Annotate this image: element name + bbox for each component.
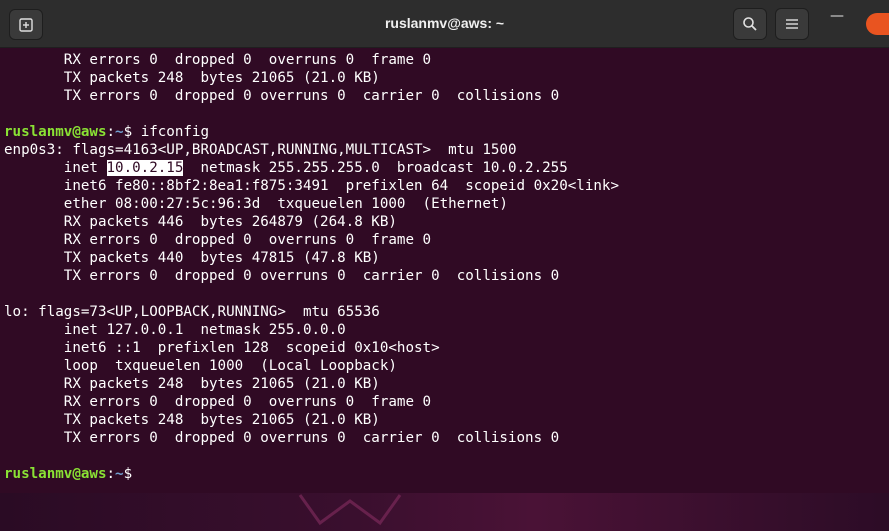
- desktop-wallpaper: [0, 493, 889, 531]
- terminal-line: RX errors 0 dropped 0 overruns 0 frame 0: [4, 52, 432, 68]
- wallpaper-decoration: [298, 494, 402, 526]
- terminal-text: RX errors 0 dropped 0 overruns 0 frame 0…: [4, 51, 619, 483]
- terminal-line: loop txqueuelen 1000 (Local Loopback): [4, 358, 397, 374]
- terminal-line: TX errors 0 dropped 0 overruns 0 carrier…: [4, 430, 560, 446]
- terminal-line: RX packets 446 bytes 264879 (264.8 KB): [4, 214, 397, 230]
- prompt-symbol: $: [123, 466, 141, 482]
- terminal-line: inet 10.0.2.15 netmask 255.255.255.0 bro…: [4, 159, 619, 177]
- terminal-line: ether 08:00:27:5c:96:3d txqueuelen 1000 …: [4, 196, 508, 212]
- terminal-line: TX packets 440 bytes 47815 (47.8 KB): [4, 250, 380, 266]
- selected-ip-address: 10.0.2.15: [106, 160, 184, 176]
- terminal-line: ruslanmv@aws:~$: [4, 465, 619, 483]
- close-button[interactable]: [866, 13, 889, 35]
- terminal-line: lo: flags=73<UP,LOOPBACK,RUNNING> mtu 65…: [4, 304, 380, 320]
- terminal-window: ruslanmv@aws: ~ — RX errors 0 dropped 0 …: [0, 0, 889, 531]
- terminal-line: enp0s3: flags=4163<UP,BROADCAST,RUNNING,…: [4, 142, 517, 158]
- hamburger-menu-icon: [786, 19, 798, 29]
- prompt-path: ~: [115, 466, 124, 482]
- minimize-icon: —: [830, 8, 844, 24]
- terminal-line: ruslanmv@aws:~$ ifconfig: [4, 123, 619, 141]
- terminal-line: TX errors 0 dropped 0 overruns 0 carrier…: [4, 88, 560, 104]
- terminal-line: inet 127.0.0.1 netmask 255.0.0.0: [4, 322, 346, 338]
- terminal-line: TX errors 0 dropped 0 overruns 0 carrier…: [4, 268, 560, 284]
- prompt-symbol: $: [123, 124, 141, 140]
- terminal-line: inet6 fe80::8bf2:8ea1:f875:3491 prefixle…: [4, 178, 619, 194]
- terminal-line: TX packets 248 bytes 21065 (21.0 KB): [4, 70, 380, 86]
- terminal-output[interactable]: RX errors 0 dropped 0 overruns 0 frame 0…: [0, 48, 889, 493]
- line-text: netmask 255.255.255.0 broadcast 10.0.2.2…: [183, 160, 568, 176]
- command-text: ifconfig: [140, 124, 210, 140]
- prompt-user: ruslanmv@aws: [4, 466, 107, 482]
- title-bar[interactable]: ruslanmv@aws: ~ —: [0, 0, 889, 48]
- search-button[interactable]: [733, 8, 767, 40]
- prompt-separator: :: [106, 466, 116, 482]
- minimize-button[interactable]: —: [830, 8, 844, 24]
- terminal-line: RX packets 248 bytes 21065 (21.0 KB): [4, 376, 380, 392]
- menu-button[interactable]: [775, 8, 809, 40]
- terminal-line: inet6 ::1 prefixlen 128 scopeid 0x10<hos…: [4, 340, 440, 356]
- terminal-line: RX errors 0 dropped 0 overruns 0 frame 0: [4, 232, 432, 248]
- prompt-separator: :: [106, 124, 116, 140]
- terminal-line: TX packets 248 bytes 21065 (21.0 KB): [4, 412, 380, 428]
- search-icon: [743, 17, 757, 31]
- line-text: inet: [4, 160, 107, 176]
- terminal-line: RX errors 0 dropped 0 overruns 0 frame 0: [4, 394, 432, 410]
- prompt-user: ruslanmv@aws: [4, 124, 107, 140]
- prompt-path: ~: [115, 124, 124, 140]
